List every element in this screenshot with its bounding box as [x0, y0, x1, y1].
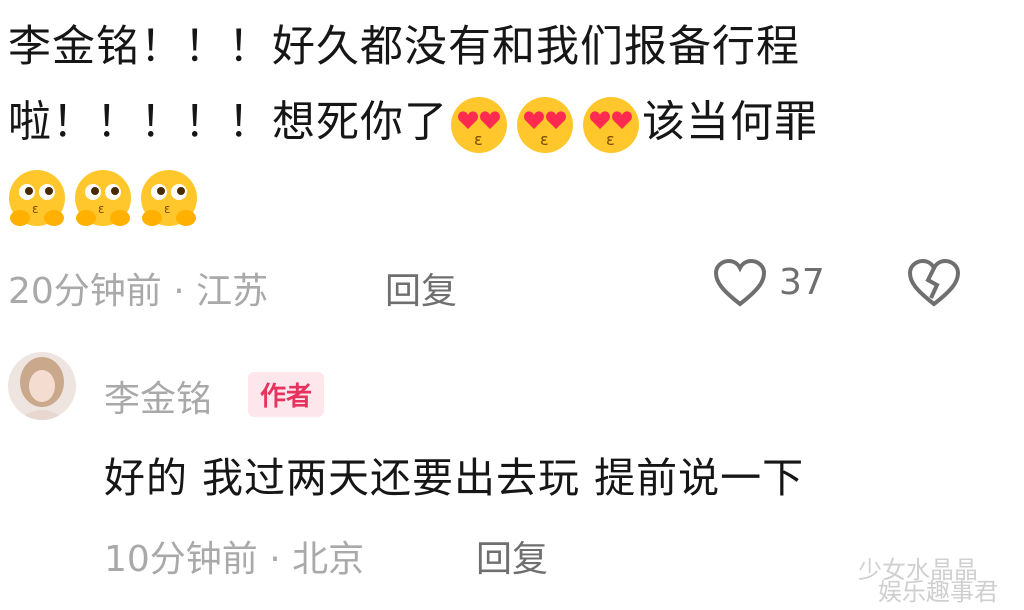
- pleading-hands-emoji-icon: ɛ: [75, 170, 131, 226]
- svg-text:ɛ: ɛ: [98, 202, 105, 216]
- author-avatar[interactable]: [8, 352, 76, 420]
- svg-text:ɛ: ɛ: [540, 130, 550, 149]
- heart-eyes-kiss-emoji-icon: ɛ: [583, 97, 639, 153]
- reply-text: 好的 我过两天还要出去玩 提前说一下: [104, 454, 805, 502]
- meta-separator: ·: [173, 271, 185, 312]
- heart-eyes-emoji-group: ɛ ɛ ɛ: [448, 94, 642, 156]
- pleading-emoji-group: ɛ ɛ ɛ: [6, 168, 200, 230]
- svg-text:ɛ: ɛ: [164, 202, 171, 216]
- svg-text:ɛ: ɛ: [474, 130, 484, 149]
- comment-text-line1: 李金铭！！！好久都没有和我们报备行程: [8, 22, 800, 72]
- comment-time: 20分钟前: [8, 271, 162, 312]
- reply-location: 北京: [292, 539, 365, 580]
- comment-location: 江苏: [196, 271, 269, 312]
- reply-time: 10分钟前: [104, 539, 258, 580]
- svg-text:ɛ: ɛ: [32, 202, 39, 216]
- comment-text-line2-part: 啦！！！！！想死你了: [8, 97, 448, 148]
- like-count: 37: [779, 262, 825, 303]
- comment-text-line2: 啦！！！！！想死你了 ɛ ɛ ɛ 该当何罪: [8, 94, 818, 156]
- svg-text:ɛ: ɛ: [606, 130, 616, 149]
- watermark-line2: 娱乐趣事君: [878, 578, 998, 606]
- heart-eyes-kiss-emoji-icon: ɛ: [517, 97, 573, 153]
- like-heart-icon[interactable]: [712, 258, 768, 308]
- reply-button-2[interactable]: 回复: [476, 530, 548, 582]
- heart-eyes-kiss-emoji-icon: ɛ: [451, 97, 507, 153]
- author-name[interactable]: 李金铭: [104, 370, 212, 422]
- pleading-hands-emoji-icon: ɛ: [141, 170, 197, 226]
- comment-text-line2-tail: 该当何罪: [642, 97, 818, 148]
- reply-meta: 10分钟前 · 北京: [104, 530, 364, 582]
- comment-meta: 20分钟前 · 江苏: [8, 262, 268, 314]
- dislike-broken-heart-icon[interactable]: [906, 258, 962, 308]
- pleading-hands-emoji-icon: ɛ: [9, 170, 65, 226]
- author-badge: 作者: [248, 372, 325, 417]
- meta-separator: ·: [269, 539, 281, 580]
- reply-button[interactable]: 回复: [385, 262, 457, 314]
